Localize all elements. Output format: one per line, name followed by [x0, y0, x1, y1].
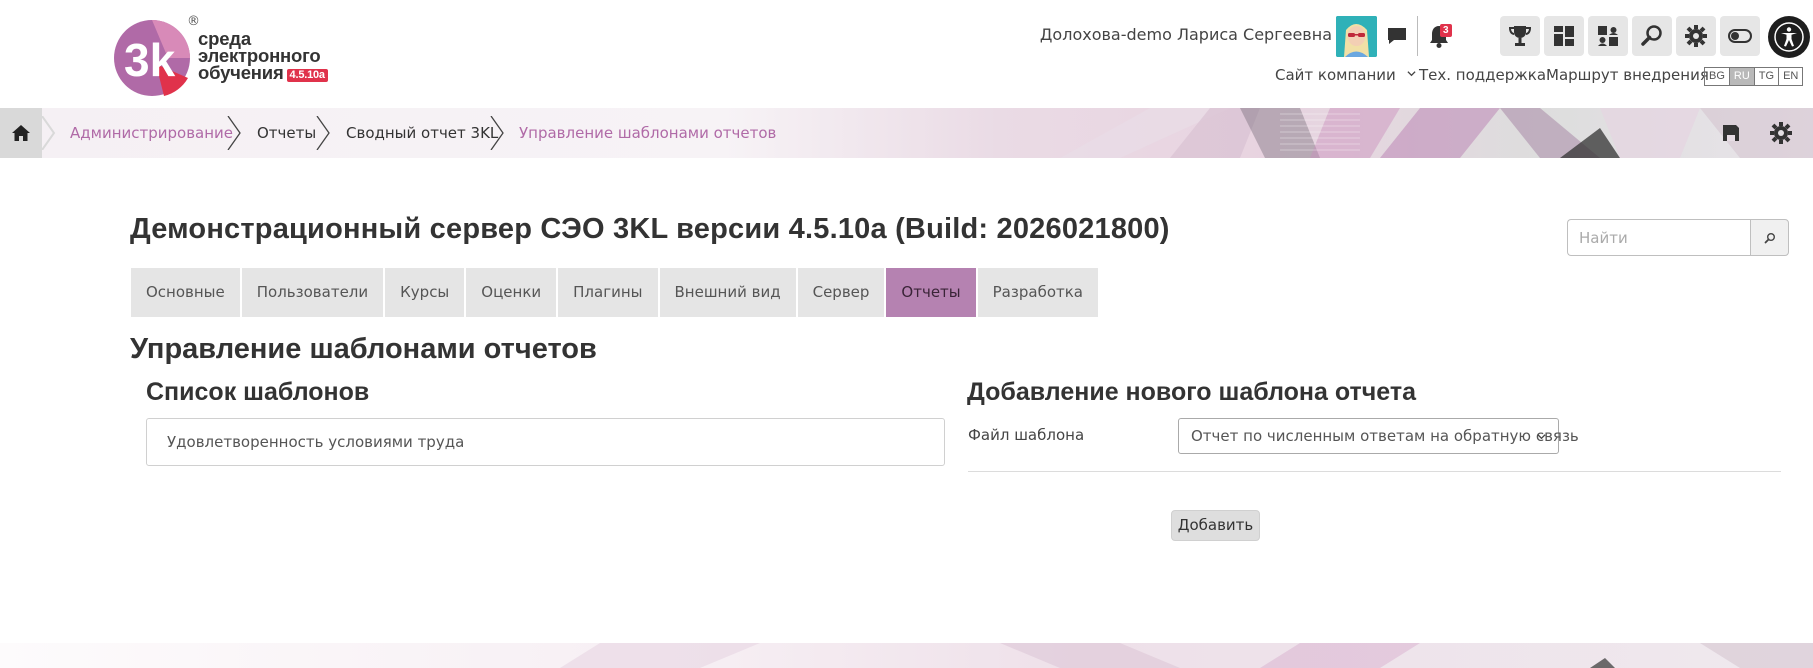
- chevron-down-icon: [1406, 71, 1416, 77]
- dashboard-button[interactable]: [1544, 16, 1584, 56]
- tab-server[interactable]: Сервер: [797, 268, 885, 317]
- search-icon: [1641, 25, 1662, 46]
- templates-list-title: Список шаблонов: [146, 378, 370, 406]
- gear-icon: [1685, 25, 1707, 47]
- notification-badge: 3: [1440, 24, 1452, 37]
- version-badge: 4.5.10a: [286, 69, 328, 82]
- accessibility-button[interactable]: [1768, 16, 1810, 58]
- lang-bg[interactable]: BG: [1705, 68, 1730, 85]
- settings-button[interactable]: [1676, 16, 1716, 56]
- logo[interactable]: 3k ® среда электронного обучения 4.5.10a: [112, 14, 342, 98]
- home-icon: [12, 125, 30, 141]
- user-name[interactable]: Долохова-demo Лариса Сергеевна: [1040, 25, 1332, 44]
- lang-tg[interactable]: TG: [1755, 68, 1780, 85]
- breadcrumb-administration[interactable]: Администрирование: [70, 108, 233, 158]
- chevron-down-icon: [1537, 434, 1546, 440]
- logo-text: среда электронного обучения 4.5.10a: [198, 29, 328, 82]
- breadcrumb-separator: [41, 116, 56, 150]
- tab-courses[interactable]: Курсы: [385, 268, 465, 317]
- breadcrumb-summary-report[interactable]: Сводный отчет 3KL: [346, 108, 498, 158]
- breadcrumb: Администрирование Отчеты Сводный отчет 3…: [0, 108, 1813, 158]
- trophy-button[interactable]: [1500, 16, 1540, 56]
- breadcrumb-separator: [316, 116, 330, 150]
- save-icon[interactable]: [1718, 120, 1744, 146]
- breadcrumb-reports[interactable]: Отчеты: [257, 108, 316, 158]
- route-link[interactable]: Маршрут внедрения: [1546, 66, 1709, 84]
- tab-appearance[interactable]: Внешний вид: [659, 268, 796, 317]
- users-button[interactable]: [1588, 16, 1628, 56]
- avatar[interactable]: [1336, 16, 1377, 57]
- page-settings-icon[interactable]: [1768, 120, 1794, 146]
- templates-list: Удовлетворенность условиями труда: [146, 418, 945, 466]
- tab-users[interactable]: Пользователи: [241, 268, 384, 317]
- breadcrumb-separator: [227, 116, 241, 150]
- header-divider: [1417, 16, 1418, 56]
- accessibility-icon: [1774, 22, 1804, 52]
- tab-plugins[interactable]: Плагины: [558, 268, 658, 317]
- breadcrumb-current: Управление шаблонами отчетов: [519, 124, 777, 142]
- search-form: [1567, 219, 1789, 256]
- toggle-icon: [1728, 29, 1752, 43]
- message-icon[interactable]: [1385, 24, 1409, 48]
- dashboard-icon: [1554, 26, 1574, 46]
- users-icon: [1598, 26, 1618, 46]
- search-icon: [1764, 232, 1775, 243]
- site-header: 3k ® среда электронного обучения 4.5.10a …: [0, 0, 1813, 108]
- search-submit-button[interactable]: [1750, 219, 1789, 256]
- logo-registered: ®: [187, 14, 200, 29]
- add-template-title: Добавление нового шаблона отчета: [967, 378, 1416, 406]
- home-button[interactable]: [0, 108, 42, 158]
- trophy-icon: [1508, 26, 1532, 46]
- lang-en[interactable]: EN: [1779, 68, 1802, 85]
- tab-grades[interactable]: Оценки: [466, 268, 557, 317]
- footer-decoration: [0, 643, 1813, 668]
- form-divider: [968, 471, 1781, 472]
- add-button[interactable]: Добавить: [1171, 510, 1260, 541]
- site-title: Демонстрационный сервер СЭО 3KL версии 4…: [130, 213, 1170, 245]
- tab-reports[interactable]: Отчеты: [886, 268, 976, 317]
- lang-ru[interactable]: RU: [1729, 68, 1755, 85]
- list-item[interactable]: Удовлетворенность условиями труда: [167, 419, 464, 465]
- svg-text:3k: 3k: [124, 34, 176, 86]
- theme-toggle-button[interactable]: [1720, 16, 1760, 56]
- page-title: Управление шаблонами отчетов: [130, 333, 597, 365]
- breadcrumb-separator: [490, 116, 504, 150]
- tab-general[interactable]: Основные: [131, 268, 240, 317]
- search-tool-button[interactable]: [1632, 16, 1672, 56]
- template-file-label: Файл шаблона: [968, 426, 1085, 444]
- search-input[interactable]: [1567, 219, 1751, 256]
- support-link[interactable]: Тех. поддержка: [1419, 66, 1546, 84]
- company-site-menu[interactable]: Сайт компании: [1275, 66, 1416, 84]
- template-file-select[interactable]: Отчет по численным ответам на обратную с…: [1178, 418, 1579, 454]
- tab-development[interactable]: Разработка: [977, 268, 1098, 317]
- logo-mark-icon: 3k: [114, 20, 190, 96]
- admin-tabs: Основные Пользователи Курсы Оценки Плаги…: [131, 268, 1100, 317]
- language-switcher: BG RU TG EN: [1704, 67, 1804, 86]
